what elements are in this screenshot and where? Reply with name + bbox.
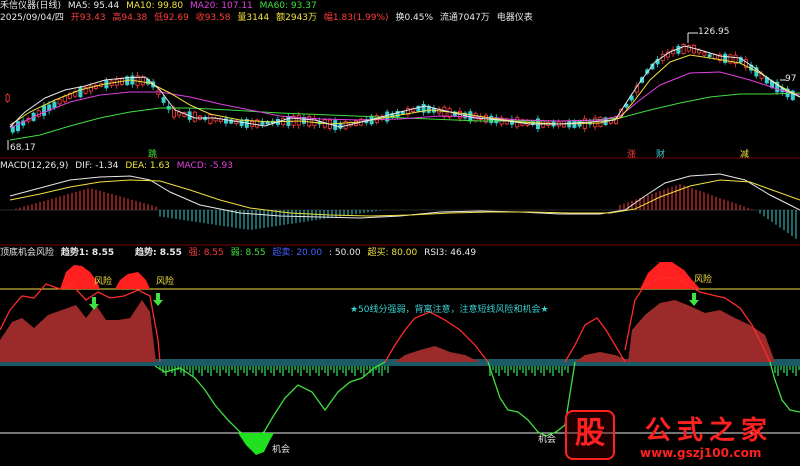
event-marker-3[interactable]: 财 bbox=[656, 147, 665, 160]
strength-area-left bbox=[0, 300, 156, 362]
candle-body bbox=[338, 122, 343, 129]
price-low-label: 68.17 bbox=[10, 143, 36, 153]
chance-label-1: 机会 bbox=[272, 445, 291, 455]
ma60-line bbox=[9, 92, 800, 141]
risk-zone-left-2 bbox=[115, 272, 150, 289]
chart-canvas[interactable] bbox=[0, 0, 800, 466]
indicator-name: 顶底机会风险 bbox=[0, 248, 55, 258]
weak-value: 弱: 8.55 bbox=[230, 248, 266, 258]
indicator-header: 顶底机会风险 趋势1: 8.55 趋势: 8.55 强: 8.55 弱: 8.5… bbox=[0, 247, 480, 259]
super-buy-value: 超买: 80.00 bbox=[367, 248, 418, 258]
watermark-logo: 股 bbox=[565, 410, 615, 460]
macd-dea: DEA: 1.63 bbox=[125, 161, 170, 171]
candle-body bbox=[723, 53, 728, 63]
candlestick-series bbox=[5, 43, 795, 135]
chance-line-left bbox=[154, 361, 386, 438]
candle-body bbox=[702, 52, 707, 56]
candle-body bbox=[296, 114, 301, 126]
macd-histogram bbox=[11, 184, 797, 239]
risk-arrow-3 bbox=[689, 293, 699, 306]
candle-body bbox=[707, 54, 712, 58]
chance-label-2: 机会 bbox=[538, 435, 557, 445]
strategy-note: ★50线分强弱，背离注意，注意短线风险和机会★ bbox=[350, 305, 549, 315]
risk-arrow-2 bbox=[153, 293, 163, 306]
candle-body bbox=[260, 121, 265, 125]
strong-value: 强: 8.55 bbox=[188, 248, 224, 258]
candle-body bbox=[192, 111, 197, 122]
candle-body bbox=[5, 94, 10, 102]
candle-body bbox=[57, 99, 62, 105]
candle-body bbox=[78, 86, 83, 98]
candle-body bbox=[598, 116, 603, 127]
risk-zone-right bbox=[640, 262, 700, 289]
macd-dif: DIF: -1.34 bbox=[75, 161, 119, 171]
macd-name: MACD(12,26,9) bbox=[0, 161, 69, 171]
candle-body bbox=[208, 114, 213, 124]
candle-body bbox=[52, 101, 57, 108]
candle-body bbox=[676, 45, 681, 54]
candle-body bbox=[213, 118, 218, 122]
risk-label-1: 风险 bbox=[94, 277, 113, 287]
candle-body bbox=[15, 121, 20, 132]
price-high-label: 126.95 bbox=[698, 27, 730, 37]
event-marker-2[interactable]: 涨 bbox=[627, 147, 636, 160]
risk-label-2: 风险 bbox=[156, 277, 175, 287]
macd-header: MACD(12,26,9) DIF: -1.34 DEA: 1.63 MACD:… bbox=[0, 160, 237, 172]
price-right-label: 97 bbox=[785, 74, 797, 84]
macd-value: MACD: -5.93 bbox=[176, 161, 233, 171]
event-marker-4[interactable]: 减 bbox=[740, 147, 749, 160]
dea-line bbox=[9, 179, 800, 217]
strength-area-mid bbox=[395, 346, 480, 362]
mid-value: : 50.00 bbox=[328, 248, 361, 258]
trend-value: 趋势: 8.55 bbox=[134, 248, 182, 258]
candle-body bbox=[42, 105, 47, 116]
candle-body bbox=[161, 97, 166, 103]
watermark-url: www.gszj100.com bbox=[640, 446, 762, 460]
candle-body bbox=[140, 77, 145, 86]
watermark-title: 公式之家 bbox=[645, 416, 774, 446]
risk-label-3: 风险 bbox=[694, 275, 713, 285]
ma10-line bbox=[9, 54, 800, 126]
chance-zone bbox=[238, 433, 274, 455]
trend1-value: 趋势1: 8.55 bbox=[60, 248, 115, 258]
rsi3-value: RSI3: 46.49 bbox=[424, 248, 477, 258]
event-marker-1[interactable]: 跳 bbox=[148, 147, 157, 160]
super-sell-value: 超卖: 20.00 bbox=[272, 248, 323, 258]
weakness-bars bbox=[159, 366, 800, 376]
strength-area-right bbox=[628, 300, 775, 362]
